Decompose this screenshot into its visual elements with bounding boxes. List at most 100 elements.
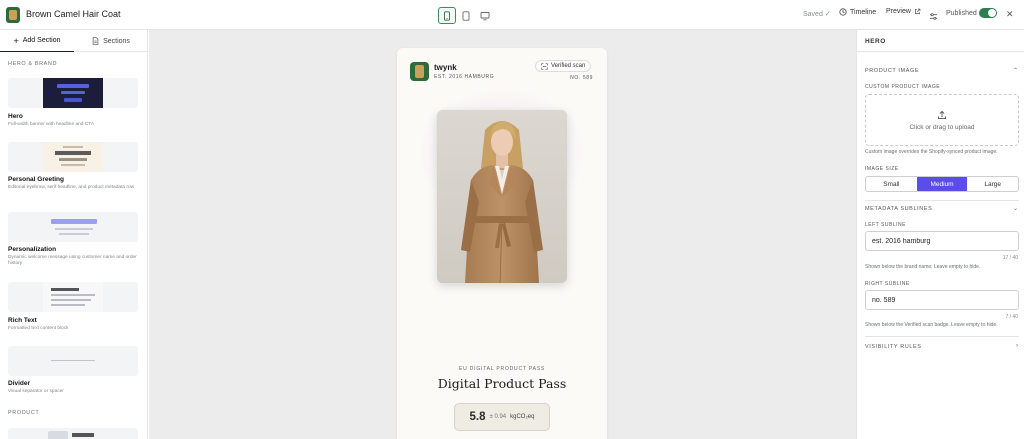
section-card-personalization-name: Personalization: [8, 246, 57, 253]
document-icon: [92, 37, 99, 45]
panel-title: HERO: [865, 38, 886, 45]
section-library-sidebar: + Add Section Sections HERO & BRAND Hero…: [0, 30, 148, 439]
upload-icon: [938, 110, 946, 119]
section-card-divider[interactable]: [8, 346, 138, 376]
desktop-view-button[interactable]: [476, 7, 494, 24]
co2-footprint-badge: 5.8 ± 0.94 kgCO₂eq: [454, 403, 550, 431]
top-bar: Brown Camel Hair Coat Saved ✓ Timeline P…: [0, 0, 1024, 30]
upload-help-text: Custom image overrides the Shopify-synce…: [865, 149, 998, 155]
section-card-personal-greeting[interactable]: [8, 142, 138, 172]
published-label: Published: [946, 10, 977, 17]
section-card-rich-text-name: Rich Text: [8, 317, 37, 324]
brand-logo: [410, 62, 429, 81]
plus-icon: +: [13, 35, 19, 46]
co2-value: 5.8: [469, 411, 486, 423]
personalization-preview-thumbnail: [43, 212, 103, 242]
timeline-button[interactable]: Timeline: [839, 8, 876, 16]
document-title: Brown Camel Hair Coat: [26, 9, 121, 19]
clock-icon: [839, 8, 847, 16]
group-label-hero-brand: HERO & BRAND: [8, 61, 58, 67]
settings-sliders-button[interactable]: [929, 8, 938, 26]
verified-scan-label: Verified scan: [551, 63, 586, 69]
section-card-product[interactable]: [8, 428, 138, 439]
metadata-sublines-section-header[interactable]: METADATA SUBLINES: [865, 206, 1019, 212]
section-card-rich-text-description: Formatted text content block: [8, 326, 69, 331]
sidebar-tabs: + Add Section Sections: [0, 30, 147, 52]
section-card-personal-greeting-name: Personal Greeting: [8, 176, 64, 183]
mobile-view-button[interactable]: [438, 7, 456, 24]
section-divider: [865, 336, 1019, 337]
tab-add-section-label: Add Section: [22, 37, 61, 44]
divider-preview-thumbnail: [51, 360, 95, 361]
visibility-rules-section-title: VISIBILITY RULES: [865, 344, 922, 350]
desktop-icon: [480, 11, 490, 20]
product-image-section-title: PRODUCT IMAGE: [865, 68, 920, 74]
tab-sections[interactable]: Sections: [74, 30, 147, 52]
right-subline-help: Shown below the Verified scan badge. Lea…: [865, 322, 998, 328]
save-status: Saved ✓: [803, 11, 831, 18]
product-pass-title: Digital Product Pass: [437, 376, 567, 391]
image-upload-dropzone[interactable]: Click or drag to upload: [865, 94, 1019, 146]
left-subline-counter: 17 / 40: [1002, 255, 1018, 261]
section-divider: [865, 200, 1019, 201]
left-subline-input[interactable]: [865, 231, 1019, 251]
greeting-preview-thumbnail: [43, 142, 103, 172]
mobile-preview-frame: twynk EST. 2016 HAMBURG Verified scan NO…: [397, 48, 607, 439]
metadata-sublines-section-title: METADATA SUBLINES: [865, 206, 933, 212]
mobile-icon: [444, 10, 450, 21]
product-thumbnail-icon: [6, 7, 20, 23]
co2-unit: kgCO₂eq: [510, 414, 535, 420]
upload-text: Click or drag to upload: [909, 123, 975, 131]
co2-uncertainty: ± 0.94: [489, 414, 507, 420]
close-icon[interactable]: ✕: [1006, 9, 1014, 20]
image-size-small[interactable]: Small: [866, 177, 917, 191]
section-card-divider-description: Visual separator or spacer: [8, 389, 64, 394]
product-preview-thumbnail: [48, 431, 68, 439]
rich-text-preview-thumbnail: [43, 282, 103, 312]
product-image: [437, 110, 567, 283]
right-subline-label: RIGHT SUBLINE: [865, 281, 910, 287]
custom-image-label: CUSTOM PRODUCT IMAGE: [865, 84, 941, 90]
section-card-divider-name: Divider: [8, 380, 31, 387]
tab-add-section[interactable]: + Add Section: [0, 30, 74, 52]
right-subline-input[interactable]: [865, 290, 1019, 310]
brand-subline: EST. 2016 HAMBURG: [434, 74, 495, 80]
section-card-personal-greeting-description: Editorial eyebrow, serif headline, and p…: [8, 185, 135, 190]
tab-sections-label: Sections: [103, 37, 130, 45]
image-size-selector: Small Medium Large: [865, 176, 1019, 192]
scan-icon: [541, 62, 548, 70]
sliders-icon: [929, 13, 938, 20]
section-settings-panel: HERO PRODUCT IMAGE ⌃ CUSTOM PRODUCT IMAG…: [856, 30, 1024, 439]
tablet-icon: [462, 10, 470, 21]
tablet-view-button[interactable]: [457, 7, 475, 24]
preview-button[interactable]: Preview: [886, 8, 921, 15]
panel-header: HERO: [857, 30, 1024, 52]
product-pass-eyebrow: EU DIGITAL PRODUCT PASS: [458, 366, 545, 372]
visibility-rules-section-header[interactable]: VISIBILITY RULES: [865, 344, 1019, 350]
left-subline-help: Shown below the brand name. Leave empty …: [865, 264, 981, 270]
image-size-medium[interactable]: Medium: [916, 177, 968, 191]
timeline-label: Timeline: [850, 8, 877, 16]
published-toggle[interactable]: [979, 8, 997, 18]
left-subline-label: LEFT SUBLINE: [865, 222, 906, 228]
right-subline-counter: 7 / 40: [1005, 314, 1018, 320]
image-size-label: IMAGE SIZE: [865, 166, 899, 172]
section-card-personalization[interactable]: [8, 212, 138, 242]
preview-canvas: twynk EST. 2016 HAMBURG Verified scan NO…: [149, 30, 856, 439]
camel-coat-model-illustration: [437, 110, 567, 283]
chevron-down-icon[interactable]: ⌄: [1013, 205, 1018, 212]
section-card-rich-text[interactable]: [8, 282, 138, 312]
product-image-section-header[interactable]: PRODUCT IMAGE: [865, 68, 1019, 74]
section-card-hero[interactable]: [8, 78, 138, 108]
scan-number: NO. 589: [570, 75, 593, 81]
section-card-personalization-description: Dynamic welcome message using customer n…: [8, 255, 137, 266]
section-card-hero-name: Hero: [8, 113, 23, 120]
image-size-large[interactable]: Large: [967, 177, 1018, 191]
hero-preview-thumbnail: [43, 78, 103, 108]
section-card-hero-description: Full-width banner with headline and CTA: [8, 122, 95, 127]
group-label-product: PRODUCT: [8, 410, 40, 416]
chevron-up-icon[interactable]: ⌃: [1013, 67, 1018, 74]
brand-name: twynk: [434, 63, 457, 72]
external-link-icon: [914, 8, 921, 14]
chevron-right-icon[interactable]: ›: [1016, 343, 1018, 349]
